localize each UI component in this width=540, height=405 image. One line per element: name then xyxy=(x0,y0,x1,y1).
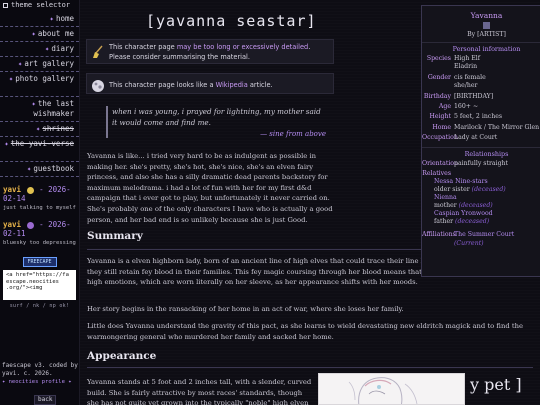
theme-selector-label: theme selector xyxy=(11,1,71,9)
puzzle-icon xyxy=(92,80,104,92)
character-infobox: Yavanna By [ARTIST] Personal information… xyxy=(421,5,540,277)
notice-too-long: This character page may be too long or e… xyxy=(86,39,334,64)
nav-item-about-me[interactable]: ✦ about me xyxy=(0,27,79,42)
relative-entry: Nessa Nine-stars older sister (deceased) xyxy=(422,178,540,194)
credit-text: faescape v3. coded by yavi. c. 2026. xyxy=(2,362,78,377)
summary-paragraph: Little does Yavanna understand the gravi… xyxy=(87,322,523,341)
status-text: just talking to myself xyxy=(3,205,76,211)
relative-name-link[interactable]: Nessa Nine-stars xyxy=(434,178,540,186)
relative-name-link[interactable]: Nienna xyxy=(434,194,540,202)
nav-item-last-wishmaker[interactable]: ✦ the last wishmaker xyxy=(0,97,79,122)
affiliation-link[interactable]: The Summer Court xyxy=(454,231,514,238)
main-content: [yavanna seastar] This character page ma… xyxy=(80,0,540,405)
broken-image-icon xyxy=(483,22,490,29)
infobox-row-orientation: Orientation painfully straight xyxy=(422,159,509,167)
rain-cloud-icon xyxy=(26,221,34,229)
quote-source: — sine from above xyxy=(260,130,326,138)
wikipedia-link[interactable]: Wikipedia xyxy=(216,81,248,89)
summary-paragraph: Her story begins in the ransacking of he… xyxy=(87,305,404,313)
status-author: yavi xyxy=(3,220,22,229)
theme-selector[interactable]: theme selector xyxy=(0,0,79,10)
relative-name-link[interactable]: Caspian Yronwood xyxy=(434,210,540,218)
infobox-rows: Species High Elf Eladrin Gender cis female… xyxy=(422,55,540,143)
star-icon: ✦ xyxy=(26,164,32,173)
smiley-icon xyxy=(26,186,34,194)
site-button-badge[interactable]: FREECAPE xyxy=(22,257,57,267)
character-sketch-image xyxy=(348,377,418,404)
infobox-row-affiliations: Affiliations The Summer Court (Current) xyxy=(422,231,515,247)
star-icon: ✦ xyxy=(49,14,54,23)
star-icon: ✦ xyxy=(35,124,41,133)
star-icon: ✦ xyxy=(44,44,50,53)
infobox-row: Species High Elf Eladrin xyxy=(426,55,481,71)
character-artwork xyxy=(318,373,465,405)
sidebar-nav: ✦ home ✦ about me ✦ diary ✦ art gallery ✦ pho… xyxy=(0,12,79,177)
status-author: yavi xyxy=(3,185,22,194)
nav-item-yavi-verse[interactable]: ✦ the yavi-verse xyxy=(0,137,79,162)
infobox-row: Gender cis female she/her xyxy=(427,73,486,90)
infobox-row: Age 160+ ~ xyxy=(438,103,479,111)
side-caption: y pet ] xyxy=(470,375,522,394)
infobox-title: Yavanna xyxy=(470,11,503,20)
status-text: bluesky too depressing xyxy=(3,240,76,246)
infobox-row: Height 5 feet, 2 inches xyxy=(429,113,503,121)
section-personal-info: Personal information xyxy=(422,42,540,53)
intro-paragraph: Yavanna is like... i tried very hard to … xyxy=(87,152,333,224)
link-code-box[interactable]: <a href="https://fa escape.neocities .or… xyxy=(3,270,76,300)
nav-item-art-gallery[interactable]: ✦ art gallery xyxy=(0,57,79,72)
relative-entry: Nienna mother (deceased) xyxy=(422,194,540,210)
page-title: [yavanna seastar] xyxy=(146,12,317,30)
artist-link[interactable]: [ARTIST] xyxy=(477,31,506,38)
webring-links[interactable]: surf / nk / np ok! xyxy=(0,303,79,309)
notice-link[interactable]: may be too long or excessively detailed xyxy=(177,43,308,51)
summary-heading: Summary xyxy=(87,230,143,242)
broom-icon xyxy=(93,45,103,58)
infobox-byline: By [ARTIST] xyxy=(467,31,506,38)
appearance-paragraph: Yavanna stands at 5 foot and 2 inches ta… xyxy=(87,378,312,405)
divider xyxy=(87,367,533,368)
relative-entry: Caspian Yronwood father (deceased) xyxy=(422,210,540,226)
infobox-row-relatives: Relatives xyxy=(422,170,451,178)
star-icon: ✦ xyxy=(17,59,23,68)
star-icon: ✦ xyxy=(31,29,36,38)
epigraph-quote: when i was young, i prayed for lightning… xyxy=(106,106,326,138)
infobox-row: Birthday [BIRTHDAY] xyxy=(423,92,494,100)
star-icon: ✦ xyxy=(4,139,9,148)
appearance-heading: Appearance xyxy=(87,350,157,362)
sidebar: theme selector ✦ home ✦ about me ✦ diary ✦ a… xyxy=(0,0,80,405)
infobox-row: Home Marilock / The Mirror Glen xyxy=(432,123,540,131)
neocities-profile-link[interactable]: ✦ neocities profile ✦ xyxy=(2,378,78,386)
status-post: yavi - 2026-02-14 just talking to myself xyxy=(0,185,79,212)
quote-text: when i was young, i prayed for lightning… xyxy=(112,107,321,127)
star-icon: ✦ xyxy=(31,99,36,108)
nav-item-home[interactable]: ✦ home xyxy=(0,12,79,27)
back-button[interactable]: back xyxy=(34,395,57,405)
checkbox-icon xyxy=(3,2,8,8)
star-icon: ✦ xyxy=(8,74,14,83)
nav-item-photo-gallery[interactable]: ✦ photo gallery xyxy=(0,72,79,97)
infobox-row: Occupation Lady at Court xyxy=(422,134,498,142)
nav-item-shrines[interactable]: ✦ shrines xyxy=(0,122,79,137)
section-relationships: Relationships xyxy=(422,146,540,158)
footer-credit: faescape v3. coded by yavi. c. 2026. ✦ n… xyxy=(2,362,78,386)
nav-item-diary[interactable]: ✦ diary xyxy=(0,42,79,57)
notice-wikipedia: This character page looks like a Wikiped… xyxy=(86,73,334,94)
nav-item-guestbook[interactable]: ✦ guestbook xyxy=(0,162,79,177)
status-post: yavi - 2026-02-11 bluesky too depressing xyxy=(0,220,79,247)
